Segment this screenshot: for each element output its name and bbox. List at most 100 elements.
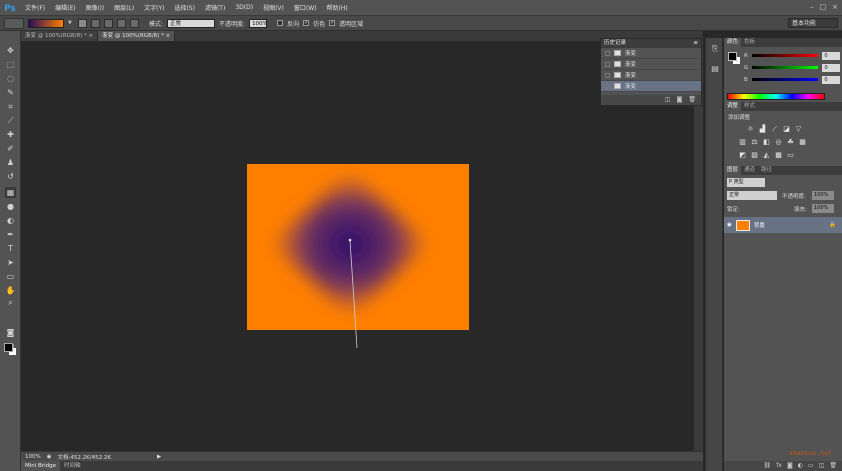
history-item-selected[interactable]: 渐变 bbox=[601, 81, 701, 92]
menu-window[interactable]: 窗口(W) bbox=[289, 3, 322, 12]
selective-color-icon[interactable]: ▩ bbox=[774, 151, 783, 160]
shape-tool-icon[interactable]: ▭ bbox=[5, 271, 16, 282]
add-mask-icon[interactable]: ◙ bbox=[787, 461, 793, 471]
red-value[interactable]: 0 bbox=[822, 51, 840, 60]
crop-tool-icon[interactable]: ⌗ bbox=[5, 101, 16, 112]
clone-stamp-tool-icon[interactable]: ♟ bbox=[5, 157, 16, 168]
color-balance-icon[interactable]: ⚖ bbox=[750, 138, 759, 147]
doc-tab-1[interactable]: 渐变 @ 100%(RGB/8) * × bbox=[21, 31, 99, 41]
exposure-icon[interactable]: ◪ bbox=[782, 125, 791, 134]
menu-help[interactable]: 帮助(H) bbox=[322, 3, 353, 12]
lasso-tool-icon[interactable]: ◌ bbox=[5, 73, 16, 84]
marquee-tool-icon[interactable]: ⬚ bbox=[5, 59, 16, 70]
vibrance-icon[interactable]: ▽ bbox=[794, 125, 803, 134]
curves-icon[interactable]: ⟋ bbox=[770, 125, 779, 134]
snapshot-icon[interactable]: ◙ bbox=[677, 95, 683, 105]
blue-value[interactable]: 0 bbox=[822, 75, 840, 84]
zoom-level[interactable]: 100% bbox=[25, 454, 41, 460]
quick-mask-icon[interactable]: ◙ bbox=[5, 327, 16, 338]
diamond-gradient-button[interactable] bbox=[130, 18, 139, 28]
menu-image[interactable]: 图像(I) bbox=[81, 3, 109, 12]
layer-kind-filter[interactable]: P 类型 bbox=[727, 178, 765, 187]
blend-mode-select[interactable]: 正常 bbox=[727, 191, 777, 200]
workspace-switcher[interactable]: 基本功能 bbox=[788, 18, 838, 28]
blue-slider[interactable] bbox=[751, 78, 819, 81]
move-tool-icon[interactable]: ✥ bbox=[5, 45, 16, 56]
invert-icon[interactable]: ◩ bbox=[738, 151, 747, 160]
tab-color[interactable]: 颜色 bbox=[724, 38, 742, 47]
fill-input[interactable]: 100% bbox=[812, 204, 834, 213]
green-slider[interactable] bbox=[752, 66, 819, 69]
linear-gradient-button[interactable] bbox=[78, 18, 87, 28]
gradient-swatch[interactable] bbox=[28, 18, 64, 28]
threshold-icon[interactable]: ◭ bbox=[762, 151, 771, 160]
reflected-gradient-button[interactable] bbox=[117, 18, 126, 28]
angle-gradient-button[interactable] bbox=[104, 18, 113, 28]
hand-tool-icon[interactable]: ✋ bbox=[5, 285, 16, 296]
trash-icon[interactable]: 🗑 bbox=[688, 95, 696, 105]
menu-layer[interactable]: 图层(L) bbox=[109, 3, 139, 12]
status-arrow-icon[interactable]: ▶ bbox=[157, 454, 161, 460]
visibility-eye-icon[interactable]: ◉ bbox=[727, 222, 732, 228]
menu-type[interactable]: 文字(Y) bbox=[139, 3, 169, 12]
posterize-icon[interactable]: ▨ bbox=[750, 151, 759, 160]
history-item[interactable]: 渐变 bbox=[601, 48, 701, 59]
levels-icon[interactable]: ▟ bbox=[758, 125, 767, 134]
properties-panel-icon[interactable]: ▤ bbox=[710, 64, 720, 74]
restore-button[interactable]: □ bbox=[820, 3, 827, 11]
history-item[interactable]: 渐变 bbox=[601, 59, 701, 70]
layer-row-background[interactable]: ◉ 背景 🔒 bbox=[724, 217, 842, 233]
new-layer-icon[interactable]: ◫ bbox=[819, 461, 825, 471]
tab-mini-bridge[interactable]: Mini Bridge bbox=[21, 461, 60, 471]
color-fg-swatch[interactable] bbox=[728, 52, 737, 61]
layer-opacity-input[interactable]: 100% bbox=[812, 191, 834, 200]
tool-preset-picker[interactable] bbox=[4, 17, 24, 29]
dither-checkbox[interactable]: ✓ bbox=[303, 20, 310, 26]
layer-name[interactable]: 背景 bbox=[754, 221, 765, 229]
doc-tab-2[interactable]: 渐变 @ 100%(RGB/8) * × bbox=[98, 31, 176, 41]
gradient-map-icon[interactable]: ▭ bbox=[786, 151, 795, 160]
menu-file[interactable]: 文件(F) bbox=[20, 3, 50, 12]
history-brush-tool-icon[interactable]: ↺ bbox=[5, 171, 16, 182]
foreground-color-swatch[interactable] bbox=[4, 343, 13, 352]
transparency-checkbox[interactable]: ✓ bbox=[329, 20, 336, 26]
reverse-checkbox[interactable] bbox=[277, 20, 284, 26]
status-info-icon[interactable]: ◉ bbox=[47, 454, 52, 460]
blur-tool-icon[interactable]: ● bbox=[5, 201, 16, 212]
history-item[interactable]: 渐变 bbox=[601, 70, 701, 81]
gradient-dropdown-icon[interactable]: ▼ bbox=[68, 19, 74, 28]
channel-mixer-icon[interactable]: ☘ bbox=[786, 138, 795, 147]
pen-tool-icon[interactable]: ✒ bbox=[5, 229, 16, 240]
menu-view[interactable]: 视图(V) bbox=[258, 3, 289, 12]
tab-styles[interactable]: 样式 bbox=[741, 102, 758, 111]
fx-icon[interactable]: fx bbox=[776, 461, 782, 471]
tab-adjustments[interactable]: 调整 bbox=[724, 102, 742, 111]
radial-gradient-button[interactable] bbox=[91, 18, 100, 28]
eyedropper-tool-icon[interactable]: ⟋ bbox=[5, 115, 16, 126]
healing-brush-tool-icon[interactable]: ✚ bbox=[5, 129, 16, 140]
photo-filter-icon[interactable]: ◎ bbox=[774, 138, 783, 147]
minimize-button[interactable]: – bbox=[810, 3, 814, 11]
link-layers-icon[interactable]: ⛓ bbox=[764, 461, 772, 471]
zoom-tool-icon[interactable]: ⌕ bbox=[5, 297, 16, 308]
history-panel-icon[interactable]: ⎘ bbox=[710, 44, 720, 54]
adjustment-layer-icon[interactable]: ◐ bbox=[798, 461, 803, 471]
panel-menu-icon[interactable]: ≡ bbox=[693, 39, 701, 48]
close-button[interactable]: × bbox=[832, 3, 838, 11]
close-tab-icon[interactable]: × bbox=[166, 33, 171, 39]
delete-layer-icon[interactable]: 🗑 bbox=[829, 461, 837, 471]
menu-edit[interactable]: 编辑(E) bbox=[50, 3, 80, 12]
tab-channels[interactable]: 通道 bbox=[741, 166, 758, 175]
color-spectrum[interactable] bbox=[727, 93, 825, 100]
new-document-icon[interactable]: ◫ bbox=[665, 95, 671, 105]
gradient-tool-icon[interactable]: ▦ bbox=[5, 187, 16, 198]
tab-timeline[interactable]: 时间轴 bbox=[60, 461, 85, 471]
red-slider[interactable] bbox=[751, 54, 819, 57]
type-tool-icon[interactable]: T bbox=[5, 243, 16, 254]
bw-icon[interactable]: ◧ bbox=[762, 138, 771, 147]
color-lookup-icon[interactable]: ▦ bbox=[798, 138, 807, 147]
dodge-tool-icon[interactable]: ◐ bbox=[5, 215, 16, 226]
green-value[interactable]: 0 bbox=[822, 63, 840, 72]
history-title[interactable]: 历史记录 bbox=[604, 39, 626, 48]
hue-sat-icon[interactable]: ▥ bbox=[738, 138, 747, 147]
